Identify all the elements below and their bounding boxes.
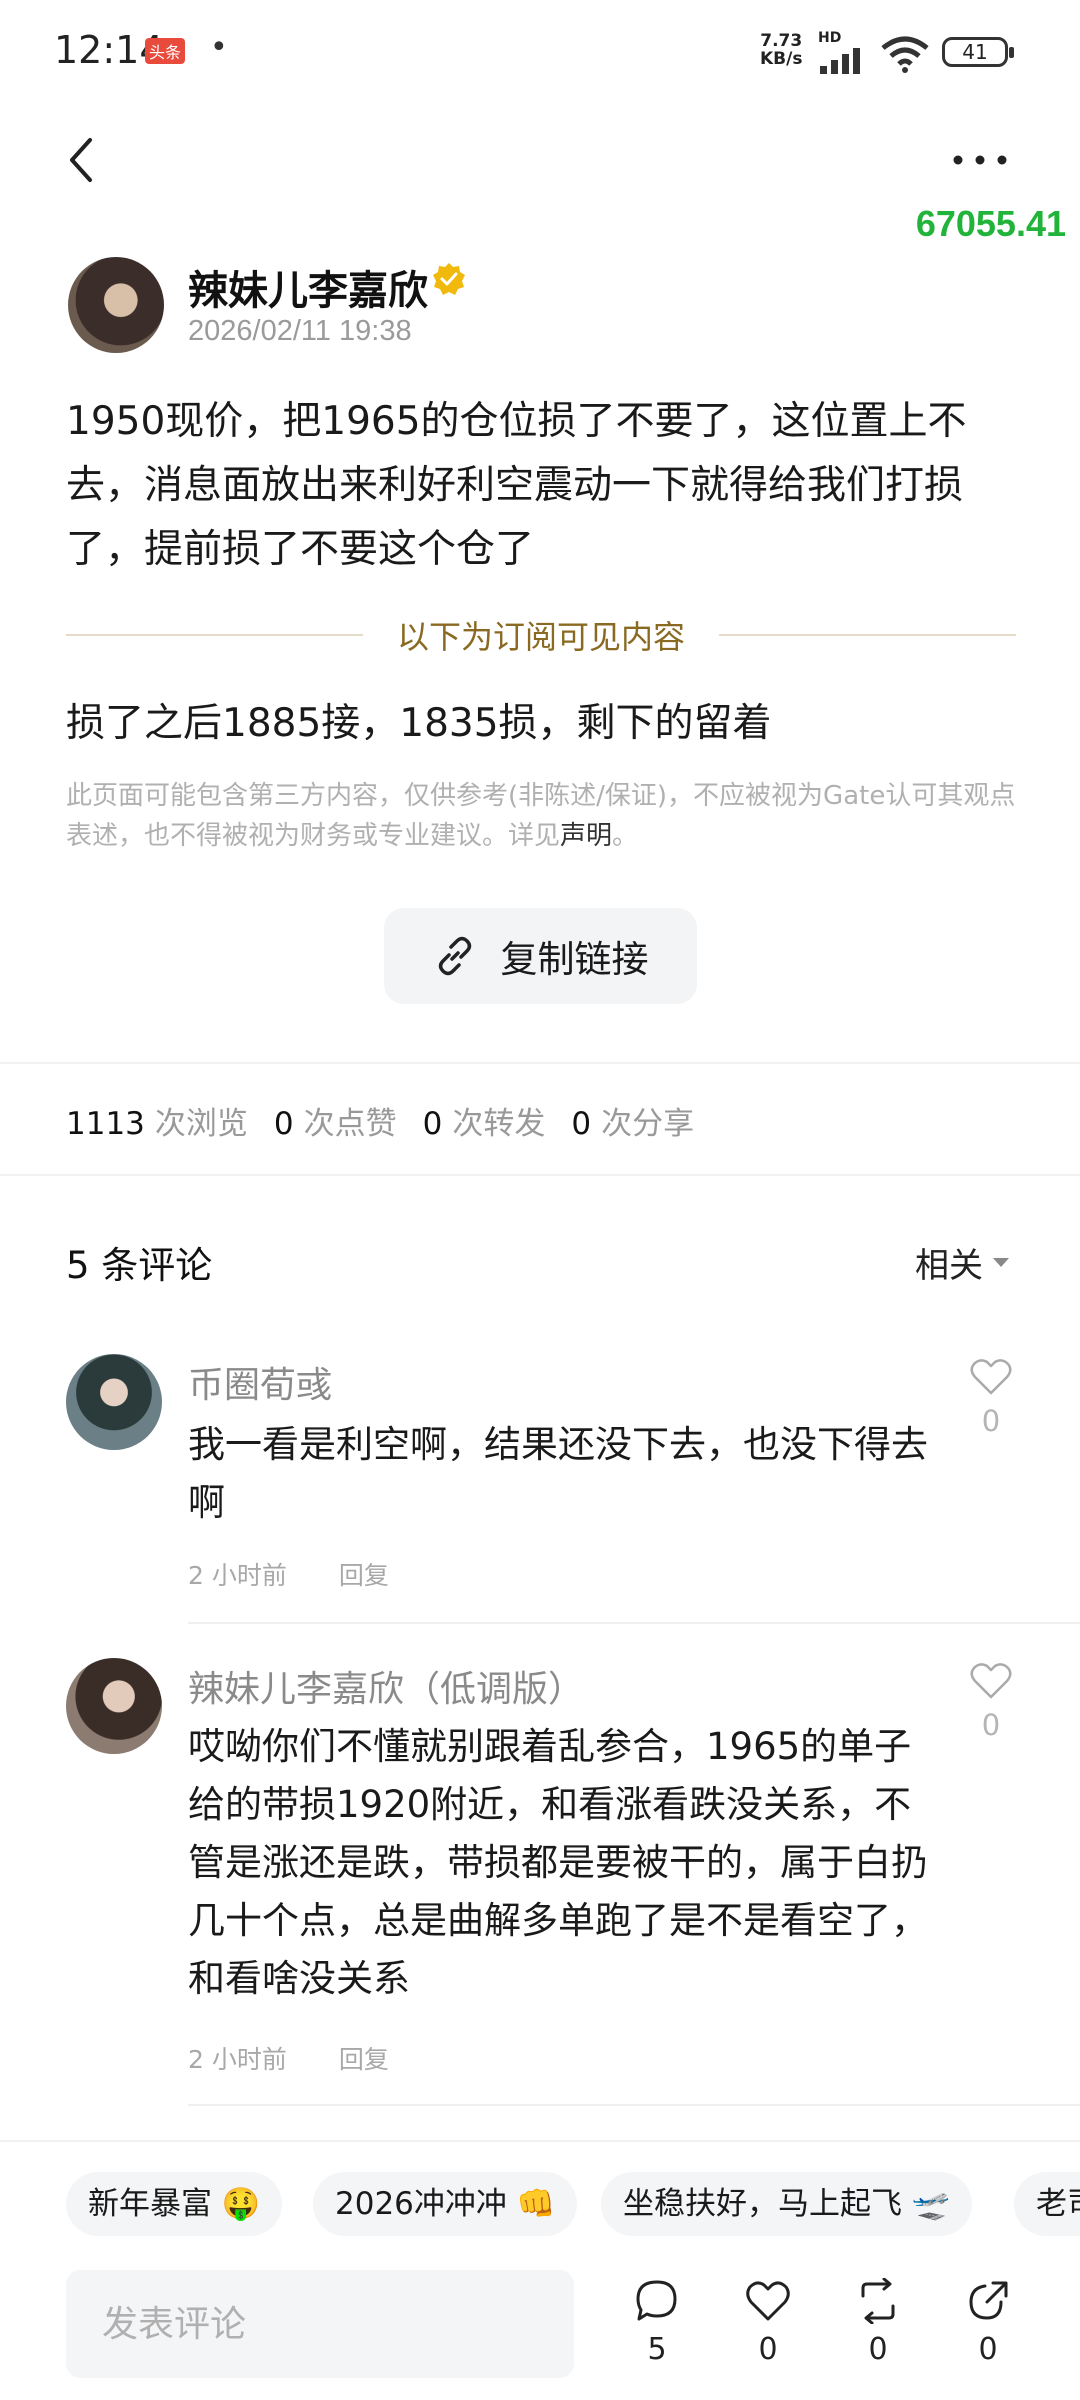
- quick-reply-chip[interactable]: 坐稳扶好，马上起飞 🛫: [601, 2172, 973, 2236]
- author-avatar[interactable]: [68, 257, 164, 353]
- stat-views: 1113 次浏览: [66, 1106, 248, 1142]
- section-divider: [0, 2140, 1080, 2142]
- link-icon: [438, 936, 471, 976]
- repost-action-count: 0: [868, 2332, 888, 2367]
- copy-link-label: 复制链接: [500, 938, 649, 981]
- status-bar: 12:14 头条 • 7.73 KB/s HD 41: [0, 0, 1080, 100]
- comment-time: 2 小时前: [188, 1561, 287, 1590]
- commenter-avatar[interactable]: [66, 1658, 162, 1754]
- section-divider: [0, 1062, 1080, 1064]
- comment-sort-dropdown[interactable]: 相关: [915, 1238, 1009, 1287]
- like-action-count: 0: [758, 2332, 778, 2367]
- repost-action-button[interactable]: 0: [843, 2277, 913, 2367]
- like-count: 0: [981, 1404, 1001, 1438]
- reply-button[interactable]: 回复: [339, 2045, 389, 2074]
- signal-icon: [820, 48, 860, 74]
- divider-line: [719, 634, 1017, 636]
- heart-icon: [746, 2281, 790, 2321]
- like-count: 0: [981, 1708, 1001, 1742]
- post-stats: 1113 次浏览 0 次点赞 0 次转发 0 次分享: [66, 1098, 720, 1143]
- comment-action-count: 5: [647, 2332, 667, 2367]
- comment-time: 2 小时前: [188, 2045, 287, 2074]
- share-action-count: 0: [978, 2332, 998, 2367]
- divider-line: [66, 634, 363, 636]
- heart-icon: [970, 1359, 1012, 1395]
- stat-reposts: 0 次转发: [422, 1106, 546, 1142]
- stat-shares: 0 次分享: [571, 1106, 695, 1142]
- commenter-avatar[interactable]: [66, 1354, 162, 1450]
- share-action-button[interactable]: 0: [953, 2278, 1023, 2367]
- heart-icon: [970, 1663, 1012, 1699]
- chevron-left-icon[interactable]: [60, 130, 104, 190]
- repost-icon: [861, 2277, 895, 2325]
- comment-action-button[interactable]: 5: [622, 2278, 692, 2367]
- subscriber-content: 损了之后1885接，1835损，剩下的留着: [66, 701, 772, 746]
- like-button[interactable]: 0: [966, 1356, 1016, 1438]
- verified-badge-icon: [433, 263, 465, 295]
- post-body: 1950现价，把1965的仓位损了不要了，这位置上不去，消息面放出来利好利空震动…: [66, 399, 967, 572]
- caret-down-icon: [993, 1258, 1009, 1267]
- author-name[interactable]: 辣妹儿李嘉欣: [188, 258, 428, 316]
- like-button[interactable]: 0: [966, 1660, 1016, 1742]
- comment-input[interactable]: [66, 2270, 574, 2378]
- post-date: 2026/02/11 19:38: [188, 315, 412, 347]
- share-icon: [969, 2281, 1008, 2320]
- commenter-name[interactable]: 币圈荀彧: [188, 1356, 332, 1408]
- sort-label: 相关: [915, 1246, 983, 1286]
- quick-reply-chip[interactable]: 新年暴富 🤑: [66, 2172, 283, 2236]
- app-badge: 头条: [145, 38, 186, 64]
- comment-meta: 2 小时前 回复: [188, 1556, 389, 1592]
- comment-bubble-icon: [636, 2280, 677, 2321]
- hd-indicator: HD: [818, 30, 842, 46]
- comment-count: 5 条评论: [66, 1244, 213, 1287]
- comment-text: 我一看是利空啊，结果还没下去，也没下得去啊: [188, 1423, 928, 1524]
- comment-divider: [188, 1622, 1080, 1624]
- like-action-button[interactable]: 0: [733, 2278, 803, 2367]
- copy-link-button[interactable]: 复制链接: [384, 908, 697, 1004]
- stat-likes: 0 次点赞: [273, 1106, 397, 1142]
- subscriber-divider-label: 以下为订阅可见内容: [397, 618, 686, 656]
- reply-button[interactable]: 回复: [339, 1561, 389, 1590]
- comment-divider: [188, 2104, 1080, 2106]
- more-dots-icon[interactable]: [950, 145, 1010, 175]
- quick-reply-chip[interactable]: 老司: [1014, 2172, 1080, 2236]
- network-speed: 7.73 KB/s: [760, 31, 803, 69]
- comment-text: 哎呦你们不懂就别跟着乱参合，1965的单子给的带损1920附近，和看涨看跌没关系…: [188, 1725, 928, 2000]
- price-ticker: 67055.41: [915, 203, 1066, 244]
- battery-icon: 41: [942, 37, 1014, 67]
- quick-reply-chips: 新年暴富 🤑 2026冲冲冲 👊 坐稳扶好，马上起飞 🛫 老司: [0, 2170, 1080, 2240]
- section-divider: [0, 1174, 1080, 1176]
- disclaimer: 此页面可能包含第三方内容，仅供参考(非陈述/保证)，不应被视为Gate认可其观点…: [66, 781, 1016, 851]
- quick-reply-chip[interactable]: 2026冲冲冲 👊: [313, 2172, 578, 2236]
- commenter-name[interactable]: 辣妹儿李嘉欣（低调版）: [188, 1660, 584, 1712]
- comment-meta: 2 小时前 回复: [188, 2040, 389, 2076]
- notification-dot: •: [210, 30, 228, 65]
- wifi-icon: [881, 36, 929, 73]
- disclaimer-link[interactable]: 声明: [560, 821, 612, 851]
- subscriber-divider: 以下为订阅可见内容: [66, 610, 1017, 660]
